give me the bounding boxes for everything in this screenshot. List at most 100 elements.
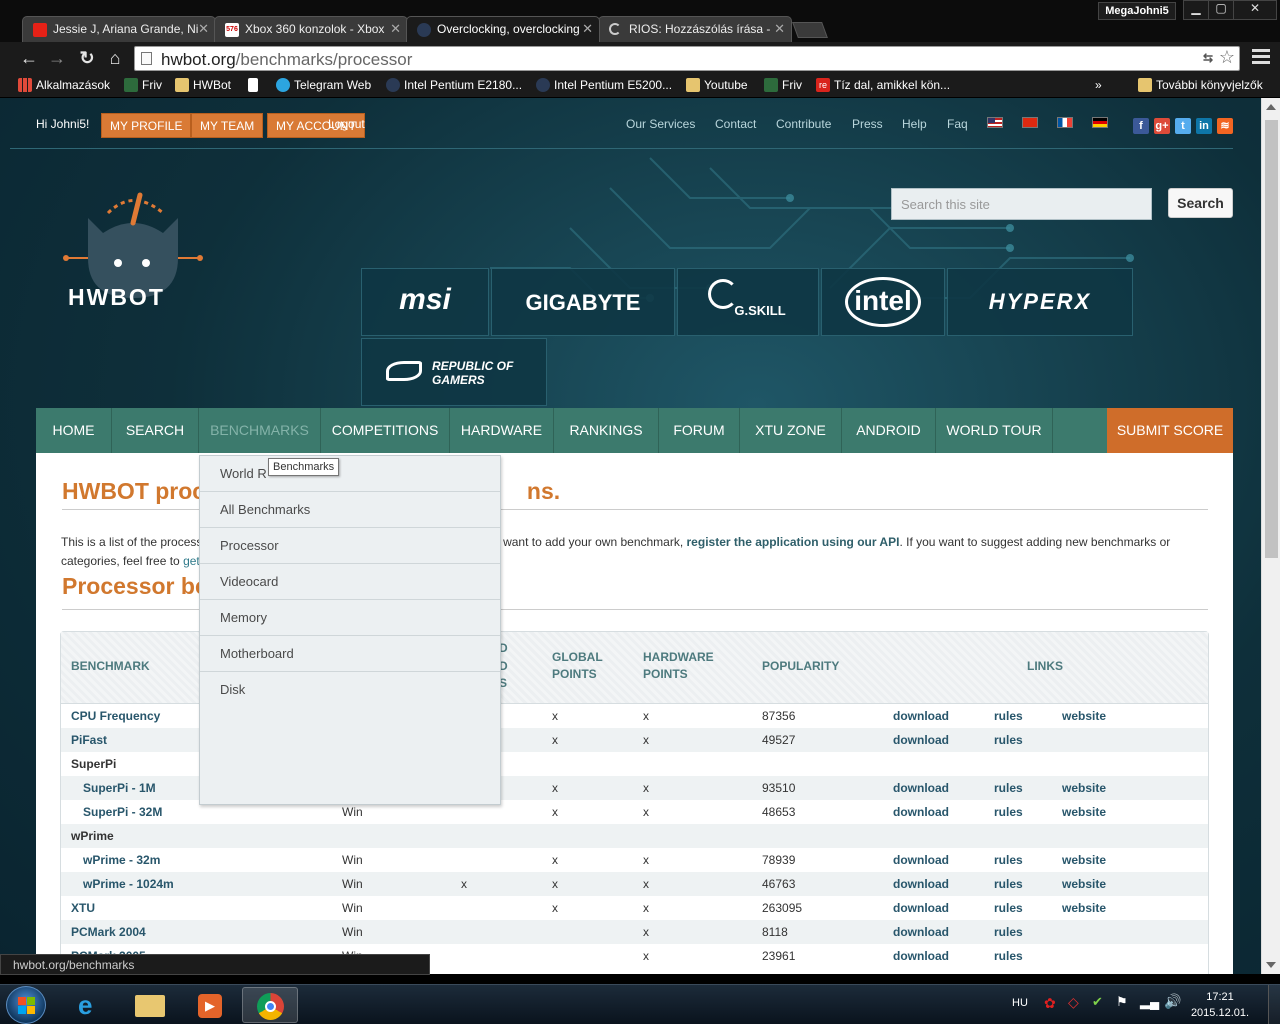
benchmark-name-link[interactable]: SuperPi - 1M (83, 781, 156, 795)
google-plus-icon[interactable]: g+ (1154, 118, 1170, 134)
website-link[interactable]: website (1062, 877, 1106, 891)
my-team-button[interactable]: MY TEAM (191, 113, 264, 138)
rules-link[interactable]: rules (994, 733, 1023, 747)
close-icon[interactable]: ✕ (390, 21, 401, 37)
benchmark-name-link[interactable]: CPU Frequency (71, 709, 160, 723)
action-center-flag-icon[interactable]: ⚑ (1116, 994, 1128, 1010)
dropdown-item-memory[interactable]: Memory (200, 600, 500, 636)
nav-hardware[interactable]: HARDWARE (450, 408, 554, 453)
bookmark-apps[interactable]: Alkalmazások (18, 78, 110, 92)
chrome-menu-icon[interactable] (1252, 49, 1270, 67)
logout-link[interactable]: Logout (328, 117, 365, 131)
benchmark-name-link[interactable]: SuperPi - 32M (83, 805, 162, 819)
website-link[interactable]: website (1062, 853, 1106, 867)
network-icon[interactable]: ▂▄ (1140, 994, 1159, 1010)
my-profile-button[interactable]: MY PROFILE (101, 113, 192, 138)
header-popularity[interactable]: POPULARITY (762, 658, 839, 675)
intro-link[interactable]: get (183, 554, 200, 568)
linkedin-icon[interactable]: in (1196, 118, 1212, 134)
dropdown-item-processor[interactable]: Processor (200, 528, 500, 564)
bookmark-telegram[interactable]: Telegram Web (276, 78, 371, 92)
scroll-thumb[interactable] (1265, 120, 1278, 558)
nav-forum[interactable]: FORUM (659, 408, 740, 453)
header-benchmark[interactable]: BENCHMARK (71, 658, 150, 675)
press-link[interactable]: Press (852, 117, 883, 131)
contact-link[interactable]: Contact (715, 117, 756, 131)
website-link[interactable]: website (1062, 805, 1106, 819)
dropdown-item-motherboard[interactable]: Motherboard (200, 636, 500, 672)
tray-sync-icon[interactable]: ✔ (1092, 994, 1103, 1010)
minimize-button[interactable]: ▁ (1183, 0, 1209, 20)
header-global-points[interactable]: GLOBAL POINTS (552, 649, 603, 683)
gskill-logo[interactable]: G.SKILL (677, 268, 819, 336)
tab-rios[interactable]: RIOS: Hozzászólás írása - ✕ (598, 16, 792, 42)
register-api-link[interactable]: register the application using our API (687, 535, 900, 549)
taskbar-explorer[interactable] (122, 987, 178, 1023)
download-link[interactable]: download (893, 949, 949, 963)
bookmarks-overflow[interactable]: » (1095, 78, 1102, 92)
download-link[interactable]: download (893, 805, 949, 819)
nav-competitions[interactable]: COMPETITIONS (321, 408, 450, 453)
rog-logo[interactable]: REPUBLIC OF GAMERS (361, 338, 547, 406)
msi-logo[interactable]: msi (361, 268, 489, 336)
benchmark-name-link[interactable]: PiFast (71, 733, 107, 747)
bookmark-youtube-folder[interactable]: Youtube (686, 78, 748, 92)
nav-rankings[interactable]: RANKINGS (554, 408, 659, 453)
close-icon[interactable]: ✕ (774, 21, 785, 37)
dropdown-item-disk[interactable]: Disk (200, 672, 500, 708)
intel-logo[interactable]: intel (821, 268, 945, 336)
hyperx-logo[interactable]: HYPERX (947, 268, 1133, 336)
china-flag-icon[interactable] (1022, 117, 1038, 128)
rules-link[interactable]: rules (994, 805, 1023, 819)
facebook-icon[interactable]: f (1133, 118, 1149, 134)
profile-name[interactable]: MegaJohni5 (1098, 2, 1176, 20)
twitter-icon[interactable]: t (1175, 118, 1191, 134)
rules-link[interactable]: rules (994, 877, 1023, 891)
download-link[interactable]: download (893, 877, 949, 891)
dropdown-item-videocard[interactable]: Videocard (200, 564, 500, 600)
bookmark-star-icon[interactable]: ☆ (1219, 47, 1235, 68)
maximize-button[interactable]: ▢ (1208, 0, 1234, 20)
nav-home[interactable]: HOME (36, 408, 112, 453)
rules-link[interactable]: rules (994, 853, 1023, 867)
help-link[interactable]: Help (902, 117, 927, 131)
scroll-up-icon[interactable] (1266, 104, 1276, 110)
back-button[interactable]: ← (18, 47, 40, 69)
home-button[interactable]: ⌂ (104, 47, 126, 69)
benchmark-name-link[interactable]: PCMark 2004 (71, 925, 146, 939)
translate-icon[interactable]: ⇆ (1203, 51, 1213, 65)
website-link[interactable]: website (1062, 781, 1106, 795)
search-button[interactable]: Search (1168, 188, 1233, 218)
contribute-link[interactable]: Contribute (776, 117, 831, 131)
download-link[interactable]: download (893, 709, 949, 723)
tray-shield-icon[interactable]: ◇ (1068, 994, 1079, 1011)
tab-xbox[interactable]: 576 Xbox 360 konzolok - Xbox ✕ (214, 16, 408, 42)
scroll-down-icon[interactable] (1266, 962, 1276, 968)
rules-link[interactable]: rules (994, 901, 1023, 915)
hwbot-logo-text[interactable]: HWBOT (68, 284, 165, 311)
address-bar[interactable]: hwbot.org/benchmarks/processor ⇆ ☆ (134, 46, 1240, 71)
start-button[interactable] (6, 986, 46, 1024)
website-link[interactable]: website (1062, 901, 1106, 915)
bookmark-e5200[interactable]: Intel Pentium E5200... (536, 78, 672, 92)
bookmark-hwbot-folder[interactable]: HWBot (175, 78, 231, 92)
rules-link[interactable]: rules (994, 949, 1023, 963)
taskbar-ie[interactable]: e (62, 987, 118, 1023)
rules-link[interactable]: rules (994, 709, 1023, 723)
faq-link[interactable]: Faq (947, 117, 968, 131)
benchmark-name-link[interactable]: XTU (71, 901, 95, 915)
show-desktop-button[interactable] (1268, 985, 1280, 1024)
nav-search[interactable]: SEARCH (112, 408, 199, 453)
taskbar-chrome[interactable] (242, 987, 298, 1023)
tray-app-icon[interactable]: ✿ (1044, 995, 1056, 1012)
tab-hwbot[interactable]: Overclocking, overclocking ✕ (406, 16, 600, 42)
volume-icon[interactable]: 🔊 (1164, 993, 1181, 1010)
download-link[interactable]: download (893, 901, 949, 915)
page-scrollbar[interactable] (1261, 98, 1280, 974)
download-link[interactable]: download (893, 853, 949, 867)
bookmark-tiz-dal[interactable]: re Tíz dal, amikkel kön... (816, 78, 950, 92)
close-icon[interactable]: ✕ (582, 21, 593, 37)
germany-flag-icon[interactable] (1092, 117, 1108, 128)
header-hardware-points[interactable]: HARDWARE POINTS (643, 649, 714, 683)
taskbar-media-player[interactable]: ▶ (182, 987, 238, 1023)
